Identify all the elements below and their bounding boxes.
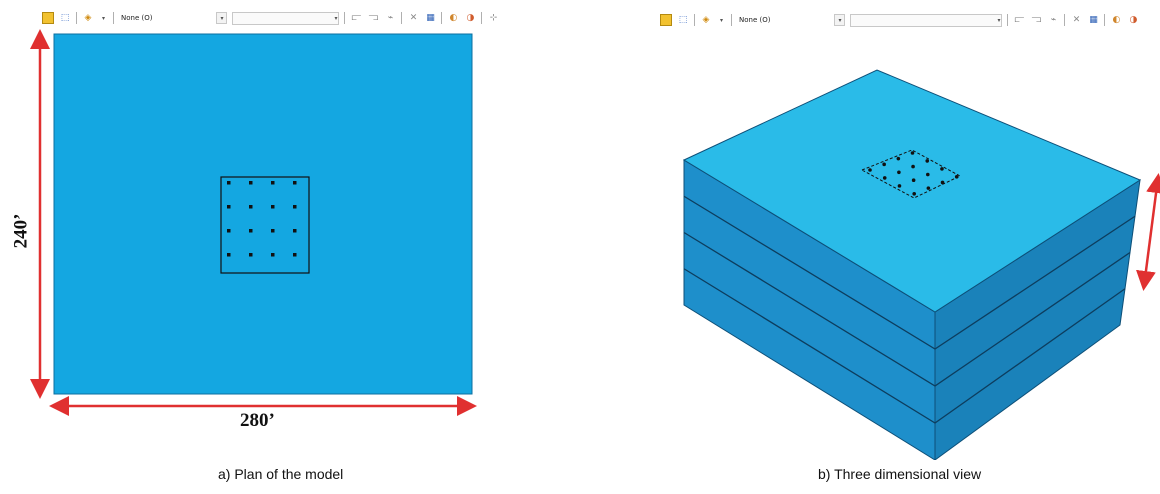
pile-marker bbox=[926, 172, 930, 177]
filter-combo[interactable]: ▾ bbox=[850, 13, 1003, 27]
pile-marker bbox=[897, 184, 902, 188]
pile-marker bbox=[271, 181, 275, 185]
arrow-icon[interactable]: ⌁ bbox=[1047, 14, 1059, 26]
width-label: 280’ bbox=[240, 410, 275, 431]
pile-marker bbox=[249, 229, 253, 233]
pile-marker bbox=[925, 159, 930, 163]
toolbar-separator bbox=[694, 14, 695, 26]
pile-marker bbox=[293, 181, 297, 185]
plan-viewport bbox=[30, 29, 477, 416]
caption-plan: a) Plan of the model bbox=[218, 466, 344, 482]
selection-dropdown-icon[interactable]: ▾ bbox=[834, 14, 846, 26]
toolbar-right: ⬚ ◈ ▾ None (O) ▾ ▾ ⫍ ⫎ ⌁ ✕ ▦ ◐ ◑ bbox=[660, 9, 1139, 31]
pile-marker bbox=[896, 156, 901, 161]
mesh-icon[interactable]: ▦ bbox=[1087, 14, 1099, 26]
pile-marker bbox=[882, 162, 886, 167]
pile-marker bbox=[271, 205, 275, 209]
height-label: 240’ bbox=[10, 213, 32, 249]
pile-marker bbox=[868, 168, 872, 172]
pile-marker bbox=[293, 229, 297, 233]
toolbar-separator bbox=[731, 14, 732, 26]
pile-marker bbox=[227, 205, 231, 209]
selection-combo[interactable]: None (O) bbox=[737, 16, 772, 24]
pile-marker bbox=[882, 176, 887, 180]
pile-marker bbox=[293, 205, 297, 209]
pile-marker bbox=[227, 181, 231, 185]
pile-marker bbox=[249, 181, 253, 185]
pile-marker bbox=[227, 229, 231, 233]
three-d-viewport bbox=[682, 69, 1160, 460]
pile-marker bbox=[940, 180, 945, 185]
toolbar-separator bbox=[1007, 14, 1009, 26]
plan-slab[interactable] bbox=[53, 33, 473, 395]
pile-marker bbox=[271, 229, 275, 233]
pile-marker bbox=[911, 178, 916, 182]
toolbar-separator bbox=[1064, 14, 1066, 26]
pile-marker bbox=[911, 164, 915, 169]
toolbar-separator bbox=[1104, 14, 1106, 26]
pile-marker bbox=[897, 170, 901, 175]
chevron-down-icon: ▾ bbox=[997, 16, 1001, 24]
caption-3d: b) Three dimensional view bbox=[818, 466, 982, 482]
pile-marker bbox=[249, 205, 253, 209]
color-code-dropdown-icon[interactable]: ▾ bbox=[717, 15, 726, 25]
dim-icon[interactable]: ⫍ bbox=[1013, 14, 1025, 26]
pile-marker bbox=[249, 253, 253, 257]
dim-alt-icon[interactable]: ⫎ bbox=[1030, 14, 1042, 26]
query-icon[interactable]: ✕ bbox=[1070, 14, 1082, 26]
view-cut-icon[interactable]: ◐ bbox=[1110, 14, 1122, 26]
pile-marker bbox=[910, 151, 915, 155]
pile-marker bbox=[926, 186, 931, 190]
pile-marker bbox=[293, 253, 297, 257]
pile-marker bbox=[912, 192, 916, 196]
fix-icon[interactable]: ◑ bbox=[1127, 14, 1139, 26]
pile-marker bbox=[954, 175, 959, 179]
sketch-icon[interactable]: ⬚ bbox=[677, 14, 689, 26]
pile-marker bbox=[940, 167, 944, 171]
pile-marker bbox=[227, 253, 231, 257]
color-code-icon[interactable]: ◈ bbox=[700, 14, 712, 26]
depth-dimension-arrow bbox=[1136, 173, 1160, 291]
select-icon[interactable] bbox=[660, 14, 672, 26]
pile-marker bbox=[271, 253, 275, 257]
